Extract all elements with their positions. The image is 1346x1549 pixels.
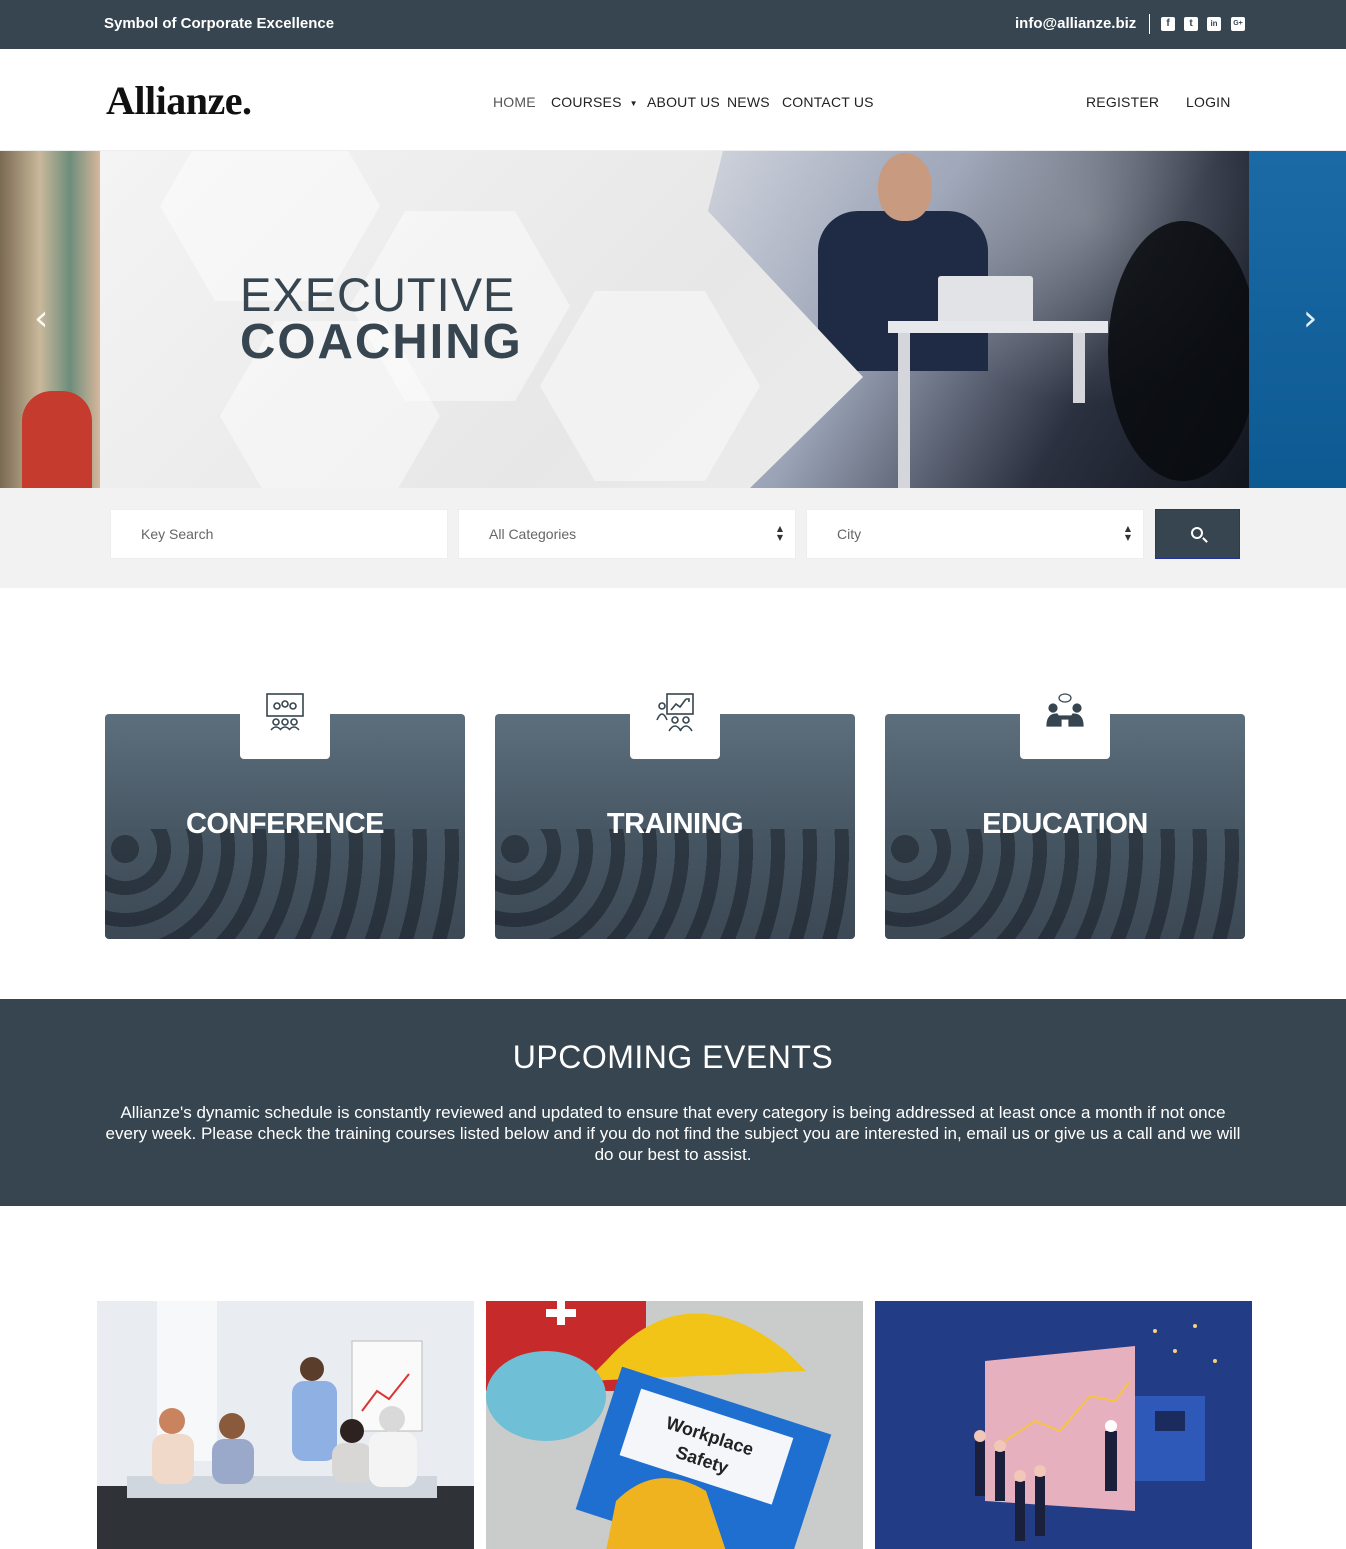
upcoming-events-section: UPCOMING EVENTS Allianze's dynamic sched… xyxy=(0,999,1346,1206)
select-arrows-icon: ▲ ▼ xyxy=(1124,524,1131,542)
nav-courses-label: COURSES xyxy=(551,94,622,110)
business-meeting-image[interactable] xyxy=(97,1301,474,1549)
site-header: Allianze. HOME COURSES ▼ ABOUT US NEWS CO… xyxy=(0,49,1346,151)
category-select-value: All Categories xyxy=(489,526,577,542)
nav-contact-us[interactable]: CONTACT US xyxy=(782,94,874,110)
category-select[interactable]: All Categories ▲ ▼ xyxy=(458,509,796,559)
select-arrows-icon: ▲ ▼ xyxy=(776,524,783,542)
login-link[interactable]: LOGIN xyxy=(1186,94,1231,110)
training-icon-tab xyxy=(630,682,720,759)
linkedin-icon[interactable]: in xyxy=(1207,17,1221,31)
speaker-photo xyxy=(708,151,1249,488)
logo[interactable]: Allianze. xyxy=(106,77,252,124)
chevron-down-icon: ▼ xyxy=(629,98,638,108)
conference-icon xyxy=(266,693,304,731)
nav-home[interactable]: HOME xyxy=(493,94,536,110)
nav-about-us[interactable]: ABOUT US xyxy=(647,94,720,110)
top-bar: Symbol of Corporate Excellence info@alli… xyxy=(0,0,1346,49)
hero-title-line2: COACHING xyxy=(240,315,523,369)
conference-icon-tab xyxy=(240,682,330,759)
safety-scene: Workplace Safety xyxy=(486,1301,863,1549)
register-link[interactable]: REGISTER xyxy=(1086,94,1159,110)
next-slide-peek xyxy=(1249,151,1346,488)
category-label: CONFERENCE xyxy=(185,808,385,840)
nav-courses[interactable]: COURSES ▼ xyxy=(551,94,638,110)
divider xyxy=(1149,14,1150,34)
training-icon xyxy=(656,693,694,732)
workplace-safety-image[interactable]: Workplace Safety xyxy=(486,1301,863,1549)
education-icon-tab xyxy=(1020,682,1110,759)
data-presentation-illustration[interactable] xyxy=(875,1301,1252,1549)
search-button[interactable] xyxy=(1155,509,1240,559)
meeting-scene xyxy=(97,1301,474,1549)
tagline: Symbol of Corporate Excellence xyxy=(104,15,335,32)
hero-slider: EXECUTIVE COACHING ‹ › xyxy=(0,151,1346,488)
next-slide-arrow-icon[interactable]: › xyxy=(1303,298,1317,339)
upcoming-events-description: Allianze's dynamic schedule is constantl… xyxy=(105,1103,1241,1164)
category-label: EDUCATION xyxy=(982,808,1148,840)
city-select[interactable]: City ▲ ▼ xyxy=(806,509,1144,559)
upcoming-events-title: UPCOMING EVENTS xyxy=(512,1039,834,1075)
twitter-icon[interactable]: t xyxy=(1184,17,1198,31)
google-plus-icon[interactable]: G+ xyxy=(1231,17,1245,31)
previous-slide-arrow-icon[interactable]: ‹ xyxy=(34,298,48,339)
education-icon xyxy=(1046,693,1084,727)
email-link[interactable]: info@allianze.biz xyxy=(1015,15,1136,32)
search-icon xyxy=(1191,527,1203,539)
search-bar: Key Search All Categories ▲ ▼ City ▲ ▼ xyxy=(0,488,1346,588)
key-search-placeholder: Key Search xyxy=(141,526,214,542)
city-select-value: City xyxy=(837,526,862,542)
illustration-scene xyxy=(875,1301,1252,1549)
previous-slide-peek xyxy=(0,151,100,488)
category-label: TRAINING xyxy=(606,808,744,840)
nav-news[interactable]: NEWS xyxy=(727,94,770,110)
key-search-input[interactable]: Key Search xyxy=(110,509,448,559)
facebook-icon[interactable]: f xyxy=(1161,17,1175,31)
